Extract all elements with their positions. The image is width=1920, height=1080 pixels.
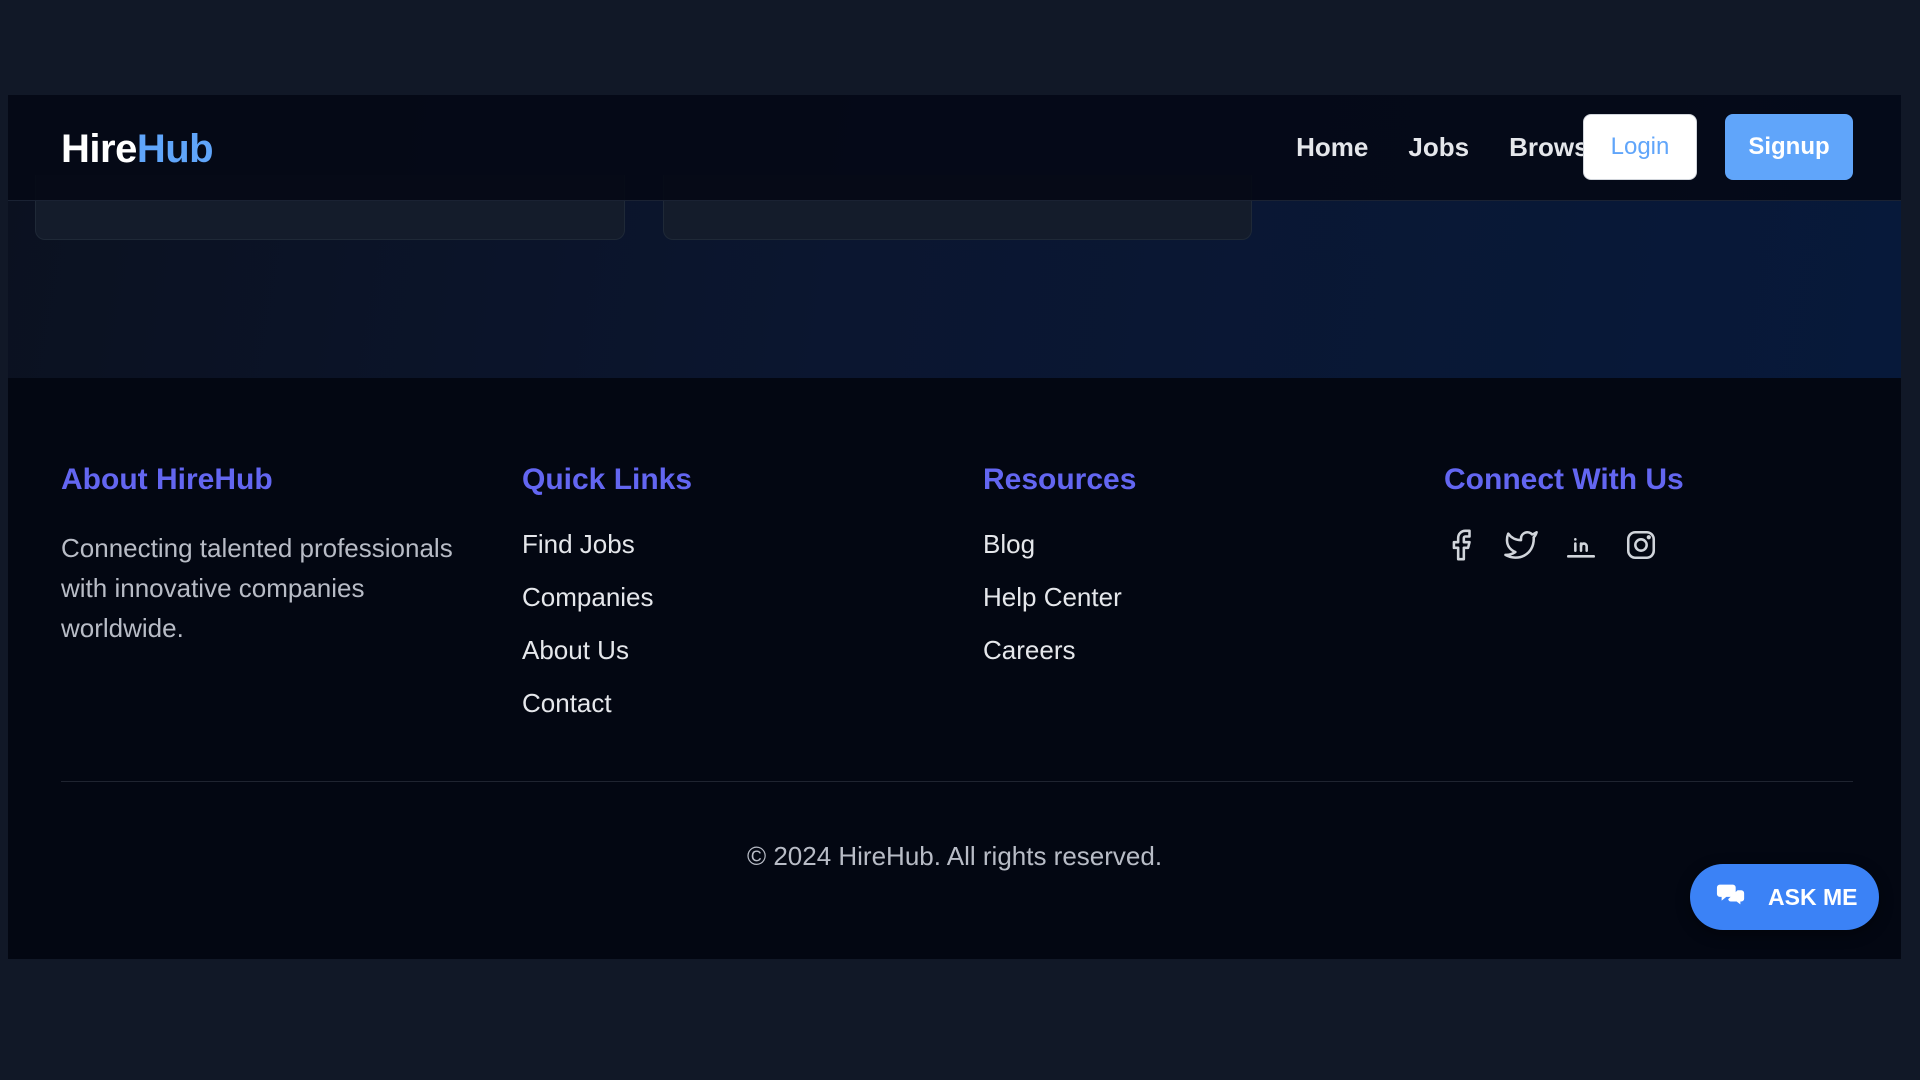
link-help-center[interactable]: Help Center <box>983 582 1122 612</box>
about-text: Connecting talented professionals with i… <box>61 533 453 643</box>
list-item: Blog <box>983 526 1136 579</box>
linkedin-icon[interactable] <box>1564 528 1598 562</box>
footer: About HireHub Connecting talented profes… <box>8 378 1901 959</box>
footer-divider <box>61 781 1853 782</box>
twitter-icon[interactable] <box>1504 528 1538 562</box>
instagram-icon[interactable] <box>1624 528 1658 562</box>
quick-links-title: Quick Links <box>522 463 693 496</box>
link-blog[interactable]: Blog <box>983 529 1035 559</box>
logo-part-1: Hire <box>61 127 137 171</box>
footer-resources: Resources Blog Help Center Careers <box>983 462 1136 685</box>
resources-list: Blog Help Center Careers <box>983 526 1136 685</box>
navbar: HireHub Home Jobs Browse Login Signup <box>8 95 1901 201</box>
facebook-icon[interactable] <box>1444 528 1478 562</box>
connect-title: Connect With Us <box>1444 463 1684 496</box>
link-contact[interactable]: Contact <box>522 688 612 718</box>
list-item: Help Center <box>983 579 1136 632</box>
app-frame: HireHub Home Jobs Browse Login Signup Ab… <box>8 95 1901 959</box>
nav-links: Home Jobs Browse <box>1296 129 1603 165</box>
list-item: Companies <box>522 579 692 632</box>
nav-home[interactable]: Home <box>1296 129 1368 165</box>
list-item: About Us <box>522 632 692 685</box>
copyright-text: © 2024 HireHub. All rights reserved. <box>746 841 1163 871</box>
list-item: Find Jobs <box>522 526 692 579</box>
footer-connect: Connect With Us <box>1444 462 1684 562</box>
signup-button[interactable]: Signup <box>1725 114 1853 180</box>
footer-about: About HireHub Connecting talented profes… <box>61 462 481 648</box>
social-links <box>1444 528 1684 562</box>
login-button[interactable]: Login <box>1583 114 1697 180</box>
link-companies[interactable]: Companies <box>522 582 654 612</box>
link-careers[interactable]: Careers <box>983 635 1075 665</box>
footer-quick-links: Quick Links Find Jobs Companies About Us… <box>522 462 692 738</box>
about-title: About HireHub <box>61 463 273 496</box>
nav-jobs[interactable]: Jobs <box>1408 129 1469 165</box>
ask-me-label: ASK ME <box>1768 883 1858 910</box>
link-about-us[interactable]: About Us <box>522 635 629 665</box>
chat-bubbles-icon <box>1716 879 1746 915</box>
ask-me-button[interactable]: ASK ME <box>1690 864 1879 930</box>
quick-links-list: Find Jobs Companies About Us Contact <box>522 526 692 738</box>
list-item: Careers <box>983 632 1136 685</box>
list-item: Contact <box>522 685 692 738</box>
resources-title: Resources <box>983 463 1137 496</box>
logo[interactable]: HireHub <box>61 127 214 172</box>
link-find-jobs[interactable]: Find Jobs <box>522 529 635 559</box>
logo-part-2: Hub <box>136 127 214 171</box>
